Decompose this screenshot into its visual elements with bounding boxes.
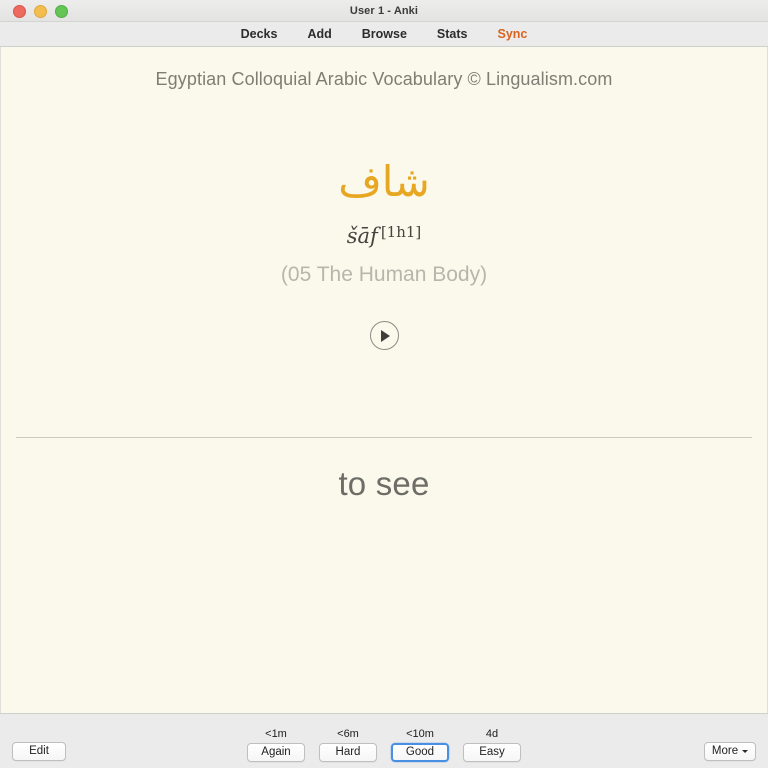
category-label: (05 The Human Body) xyxy=(280,263,488,286)
interval-label-easy: 4d xyxy=(485,728,499,740)
transliteration-line: šāf [1h1] xyxy=(1,223,767,249)
interval-label-good: <10m xyxy=(406,728,434,740)
menu-item-sync[interactable]: Sync xyxy=(496,26,530,42)
menu-item-stats[interactable]: Stats xyxy=(435,26,470,42)
answer-option-easy: 4d Easy xyxy=(463,728,521,762)
answer-text: to see xyxy=(338,465,430,502)
interval-label-again: <1m xyxy=(265,728,287,740)
minimize-window-button[interactable] xyxy=(34,4,47,18)
good-button[interactable]: Good xyxy=(391,743,449,762)
answer-option-hard: <6m Hard xyxy=(319,728,377,762)
headword-arabic: شاف xyxy=(338,157,430,206)
answer-divider xyxy=(16,437,752,438)
answer-section: to see xyxy=(1,465,767,503)
transliteration-text: šāf xyxy=(346,224,378,248)
menu-item-browse[interactable]: Browse xyxy=(360,26,409,42)
main-menu-bar: Decks Add Browse Stats Sync xyxy=(0,22,768,47)
more-button[interactable]: More xyxy=(704,742,756,761)
again-button[interactable]: Again xyxy=(247,743,305,762)
hard-button[interactable]: Hard xyxy=(319,743,377,762)
answer-option-again: <1m Again xyxy=(247,728,305,762)
play-icon xyxy=(381,329,390,342)
card-review-area: Egyptian Colloquial Arabic Vocabulary © … xyxy=(0,47,768,713)
window-controls xyxy=(13,0,68,22)
answer-option-good: <10m Good xyxy=(391,728,449,762)
maximize-window-button[interactable] xyxy=(55,4,68,18)
menu-item-add[interactable]: Add xyxy=(305,26,333,42)
play-audio-button[interactable] xyxy=(369,321,399,350)
bottom-toolbar: Edit <1m Again <6m Hard <10m Good 4d Eas… xyxy=(0,713,768,768)
title-bar: User 1 - Anki xyxy=(0,0,768,22)
window-title: User 1 - Anki xyxy=(349,4,419,17)
transliteration-tag: [1h1] xyxy=(380,223,422,241)
close-window-button[interactable] xyxy=(13,4,26,18)
question-section: شاف šāf [1h1] (05 The Human Body) xyxy=(1,155,767,350)
interval-label-hard: <6m xyxy=(337,728,359,740)
menu-item-decks[interactable]: Decks xyxy=(239,26,280,42)
anki-window: User 1 - Anki Decks Add Browse Stats Syn… xyxy=(0,0,768,768)
audio-controls xyxy=(1,321,767,350)
answer-buttons-group: <1m Again <6m Hard <10m Good 4d Easy xyxy=(0,728,768,762)
chevron-down-icon xyxy=(742,750,749,753)
deck-header-text: Egyptian Colloquial Arabic Vocabulary © … xyxy=(155,69,613,89)
easy-button[interactable]: Easy xyxy=(463,743,521,762)
more-button-label: More xyxy=(711,745,739,757)
